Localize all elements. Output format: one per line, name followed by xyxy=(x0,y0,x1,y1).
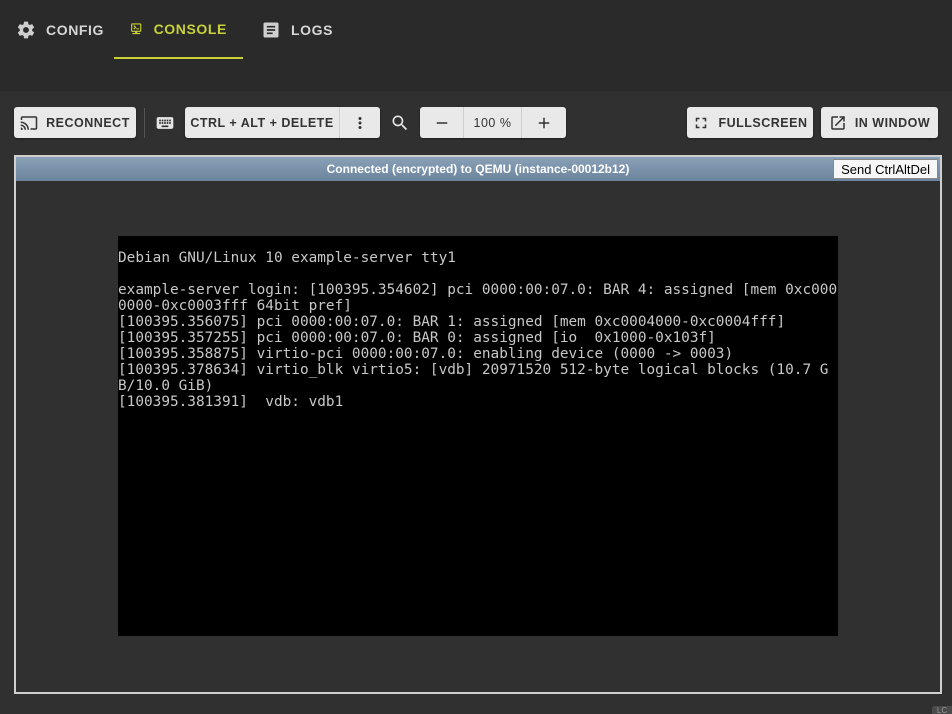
open-in-new-icon xyxy=(831,115,845,130)
tab-config-label: CONFIG xyxy=(46,21,105,38)
fullscreen-icon xyxy=(696,117,707,128)
console-output: Debian GNU/Linux 10 example-server tty1 … xyxy=(118,250,838,410)
more-vertical-icon xyxy=(358,116,362,129)
corner-tab[interactable]: LC xyxy=(932,706,952,714)
reconnect-label: RECONNECT xyxy=(46,115,130,130)
keyboard-icon xyxy=(156,116,174,129)
ctrl-alt-delete-label: CTRL + ALT + DELETE xyxy=(190,115,334,130)
in-window-button[interactable]: IN WINDOW xyxy=(821,107,938,138)
send-ctrl-alt-del-button[interactable]: Send CtrlAltDel xyxy=(833,159,938,179)
ctrl-alt-delete-group: CTRL + ALT + DELETE xyxy=(185,107,380,138)
zoom-control: 100 % xyxy=(420,107,566,138)
tab-config[interactable]: CONFIG xyxy=(0,0,120,59)
tab-logs-label: LOGS xyxy=(291,21,334,38)
tab-console-label: CONSOLE xyxy=(153,20,227,37)
fullscreen-button[interactable]: FULLSCREEN xyxy=(687,107,813,138)
fullscreen-label: FULLSCREEN xyxy=(718,115,808,130)
tab-logs[interactable]: LOGS xyxy=(245,0,349,59)
console-toolbar: RECONNECT CTRL + ALT + DELETE 100 % FULL… xyxy=(0,91,952,155)
minus-icon xyxy=(436,121,447,124)
zoom-in-button[interactable] xyxy=(522,107,566,138)
vnc-screen[interactable]: Debian GNU/Linux 10 example-server tty1 … xyxy=(118,236,838,636)
zoom-level: 100 % xyxy=(464,107,522,138)
plus-icon xyxy=(538,117,550,128)
in-window-label: IN WINDOW xyxy=(854,115,931,130)
keyboard-button[interactable] xyxy=(152,107,178,138)
console-icon xyxy=(131,22,142,34)
zoom-out-button[interactable] xyxy=(420,107,464,138)
gear-icon xyxy=(17,21,35,38)
vnc-console-frame: Connected (encrypted) to QEMU (instance-… xyxy=(14,155,942,694)
document-icon xyxy=(263,22,279,37)
cast-icon xyxy=(20,115,38,130)
ctrl-alt-delete-button[interactable]: CTRL + ALT + DELETE xyxy=(185,107,340,138)
tab-console[interactable]: CONSOLE xyxy=(114,0,243,59)
more-options-button[interactable] xyxy=(340,107,380,138)
vnc-status-bar: Connected (encrypted) to QEMU (instance-… xyxy=(16,157,940,181)
search-icon xyxy=(392,115,408,130)
reconnect-button[interactable]: RECONNECT xyxy=(14,107,136,138)
toolbar-divider xyxy=(144,108,145,138)
vnc-status-text: Connected (encrypted) to QEMU (instance-… xyxy=(326,162,630,176)
search-button[interactable] xyxy=(387,107,413,138)
tab-bar: CONFIG CONSOLE LOGS xyxy=(0,0,952,91)
